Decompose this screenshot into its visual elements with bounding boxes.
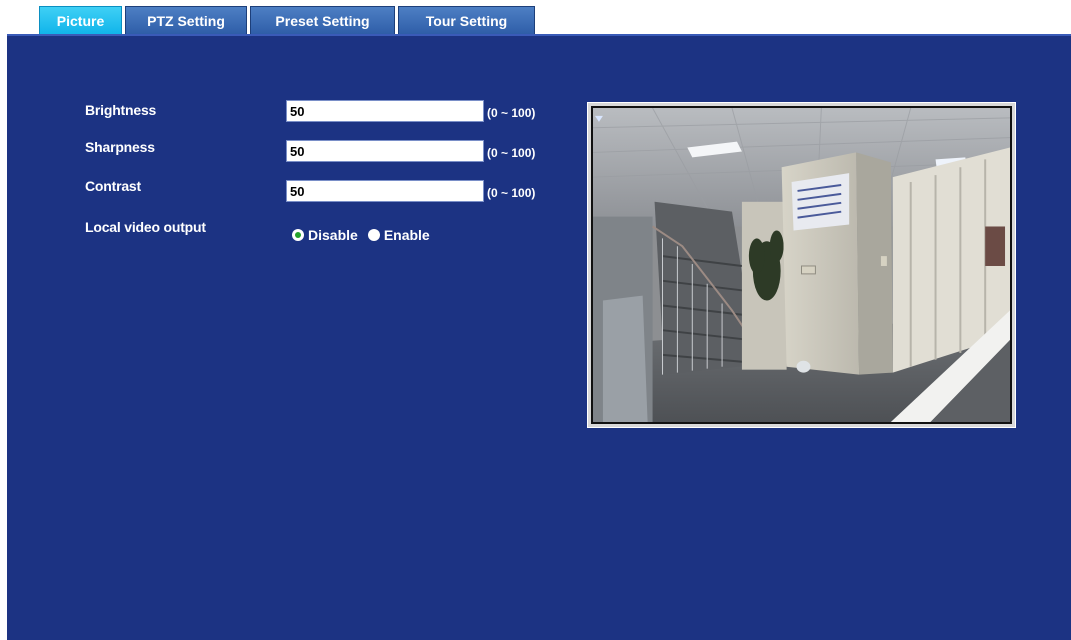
- local-video-output-radio-group: Disable Enable: [292, 227, 430, 243]
- camera-scene-image: [593, 108, 1010, 422]
- sharpness-input[interactable]: [286, 140, 484, 162]
- video-preview: [587, 102, 1016, 428]
- tab-bar: Picture PTZ Setting Preset Setting Tour …: [39, 6, 535, 34]
- brightness-label: Brightness: [85, 102, 157, 118]
- tab-preset-setting[interactable]: Preset Setting: [250, 6, 395, 34]
- radio-disable[interactable]: Disable: [292, 227, 358, 243]
- radio-enable-label: Enable: [383, 227, 430, 243]
- tab-tour-setting[interactable]: Tour Setting: [398, 6, 535, 34]
- radio-disable-label: Disable: [308, 227, 358, 243]
- contrast-label: Contrast: [85, 178, 141, 194]
- settings-panel: Brightness (0 ~ 100) Sharpness (0 ~ 100)…: [7, 34, 1071, 640]
- radio-checked-icon: [292, 229, 304, 241]
- contrast-range: (0 ~ 100): [487, 186, 536, 200]
- sharpness-range: (0 ~ 100): [487, 146, 536, 160]
- tab-picture[interactable]: Picture: [39, 6, 122, 34]
- brightness-range: (0 ~ 100): [487, 106, 536, 120]
- radio-enable[interactable]: Enable: [367, 227, 430, 243]
- local-video-output-label: Local video output: [85, 219, 206, 235]
- tab-ptz-setting[interactable]: PTZ Setting: [125, 6, 247, 34]
- contrast-input[interactable]: [286, 180, 484, 202]
- radio-unchecked-icon: [367, 229, 380, 241]
- brightness-input[interactable]: [286, 100, 484, 122]
- sharpness-label: Sharpness: [85, 139, 155, 155]
- camera-live-view: [591, 106, 1012, 424]
